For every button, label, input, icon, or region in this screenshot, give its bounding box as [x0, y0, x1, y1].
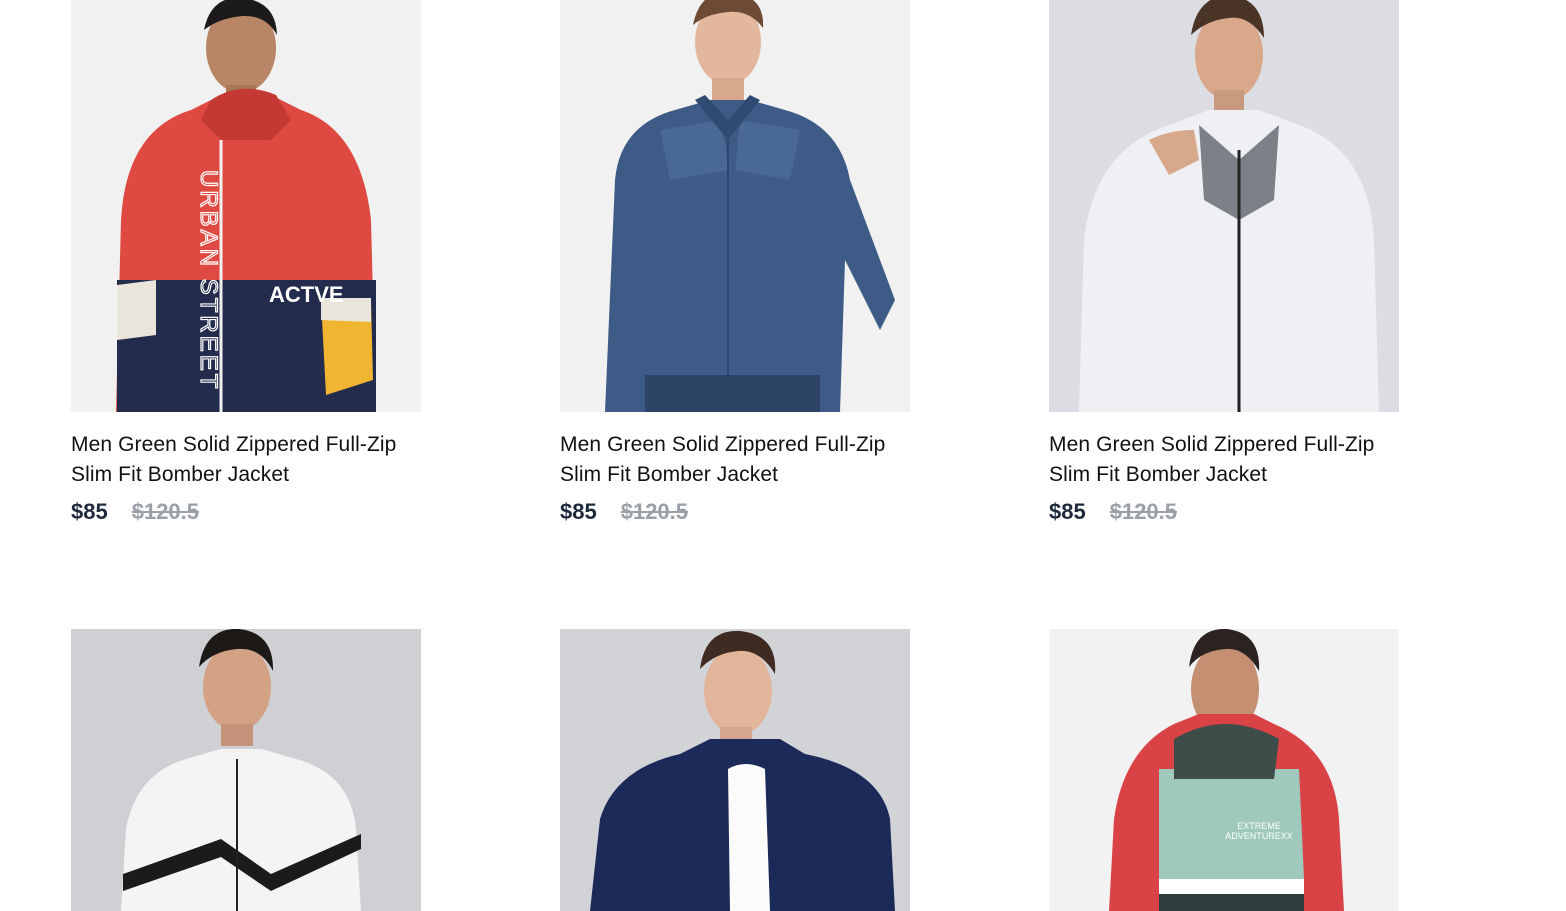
- price-row: $85 $120.5: [71, 499, 421, 525]
- original-price: $120.5: [131, 499, 200, 524]
- product-image[interactable]: URBAN STREET ACTVE: [71, 0, 421, 412]
- product-row-2: EXTREME ADVENTUREXX: [71, 629, 1399, 911]
- product-card[interactable]: Men Green Solid Zippered Full-Zip Slim F…: [1049, 0, 1399, 525]
- sale-price: $85: [1049, 499, 1086, 524]
- sale-price: $85: [71, 499, 108, 524]
- print-text-urban: URBAN STREET: [195, 170, 222, 391]
- sale-price: $85: [560, 499, 597, 524]
- price-row: $85 $120.5: [560, 499, 910, 525]
- product-title[interactable]: Men Green Solid Zippered Full-Zip Slim F…: [1049, 430, 1399, 490]
- product-card[interactable]: URBAN STREET ACTVE Men Green Solid Zippe…: [71, 0, 421, 525]
- price-row: $85 $120.5: [1049, 499, 1399, 525]
- product-row-1: URBAN STREET ACTVE Men Green Solid Zippe…: [71, 0, 1399, 525]
- product-card[interactable]: [560, 629, 910, 911]
- product-image[interactable]: [560, 629, 910, 911]
- original-price: $120.5: [620, 499, 689, 524]
- product-card[interactable]: EXTREME ADVENTUREXX: [1049, 629, 1399, 911]
- original-price: $120.5: [1109, 499, 1178, 524]
- product-image[interactable]: [71, 629, 421, 911]
- print-text-extreme: EXTREME: [1237, 821, 1281, 831]
- product-card[interactable]: Men Green Solid Zippered Full-Zip Slim F…: [560, 0, 910, 525]
- product-image[interactable]: [560, 0, 910, 412]
- product-title[interactable]: Men Green Solid Zippered Full-Zip Slim F…: [71, 430, 421, 490]
- print-text-adventure: ADVENTUREXX: [1225, 831, 1293, 841]
- product-title[interactable]: Men Green Solid Zippered Full-Zip Slim F…: [560, 430, 910, 490]
- product-image[interactable]: EXTREME ADVENTUREXX: [1049, 629, 1399, 911]
- product-card[interactable]: [71, 629, 421, 911]
- product-image[interactable]: [1049, 0, 1399, 412]
- print-text-actve: ACTVE: [269, 282, 344, 307]
